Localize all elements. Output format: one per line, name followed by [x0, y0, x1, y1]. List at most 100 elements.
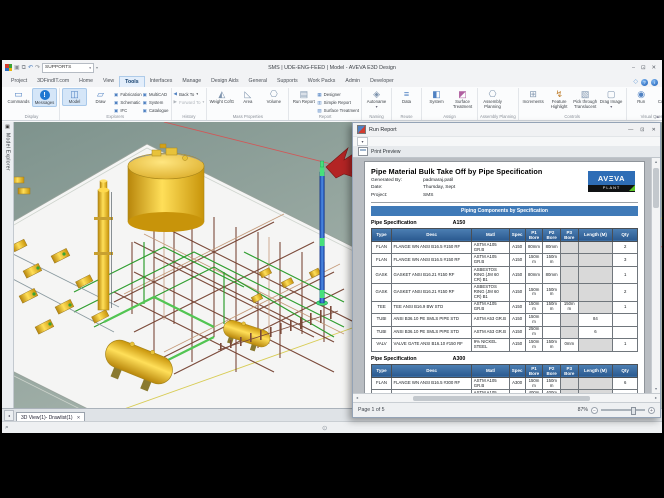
cell: TEE: [372, 301, 392, 313]
ribbon-button-messages[interactable]: !Messages: [32, 88, 57, 107]
cell: [578, 241, 613, 253]
ribbon-button-model[interactable]: ◫Model: [62, 88, 87, 106]
meta-value: Thursday, Sept: [423, 185, 455, 190]
tab-scroll-left-icon[interactable]: ◂: [4, 410, 14, 421]
explorer-check-schematic[interactable]: ▣Schematic: [114, 98, 142, 106]
ribbon-tab-admin[interactable]: Admin: [340, 76, 365, 87]
scroll-left-icon[interactable]: ◄: [353, 394, 361, 402]
zoom-slider-thumb[interactable]: [631, 407, 636, 416]
dialog-title-bar[interactable]: Run Report — ⊡ ✕: [353, 123, 660, 136]
ribbon-button-designer[interactable]: ▦Designer: [317, 90, 359, 98]
ribbon-button-configure[interactable]: ◎Configure: [655, 88, 662, 106]
minimize-button[interactable]: –: [632, 65, 635, 71]
button-label: Model: [69, 100, 81, 105]
restore-button[interactable]: ⊡: [641, 65, 646, 71]
redo-icon[interactable]: ↷: [35, 64, 40, 72]
print-preview-tab[interactable]: Print Preview: [353, 146, 660, 158]
app-icon[interactable]: [5, 64, 12, 71]
ribbon-button-volume[interactable]: ⎔Volume: [261, 88, 286, 106]
cell: 150mm: [543, 301, 561, 313]
close-button[interactable]: ✕: [651, 65, 656, 71]
button-label: Surface Treatment: [450, 100, 475, 109]
ribbon-tab-project[interactable]: Project: [6, 76, 32, 87]
qat-customize-icon[interactable]: ▾: [96, 64, 98, 72]
ribbon-button-system[interactable]: ◧System: [424, 88, 449, 106]
copy-icon[interactable]: ⧉: [22, 64, 26, 72]
explorer-check-fabrication[interactable]: ▣Fabrication: [114, 90, 142, 98]
explorer-check-ifc[interactable]: ▣IFC: [114, 106, 142, 114]
undo-icon[interactable]: ↶: [28, 64, 33, 72]
ribbon-tab-work-packs[interactable]: Work Packs: [303, 76, 341, 87]
ribbon-button-feature-highlight[interactable]: ↯Feature Highlight: [547, 88, 572, 110]
meta-row: Project:SMS: [371, 193, 638, 198]
ribbon-tab-3dfindit-com[interactable]: 3DFindIT.com: [32, 76, 74, 87]
ribbon-button-surface-treatment[interactable]: ◩Surface Treatment: [450, 88, 475, 110]
model-explorer-strip[interactable]: ▣ Model Explorer: [2, 122, 14, 408]
ribbon-button-surface-treatment[interactable]: ▨Surface Treatment: [317, 106, 359, 114]
zoom-slider[interactable]: [601, 409, 645, 411]
ribbon-button-drag-image[interactable]: ▢Drag Image▾: [599, 88, 624, 109]
help-icon[interactable]: ?: [641, 79, 648, 86]
ribbon-button-run[interactable]: ◉Run: [629, 88, 654, 106]
cell: 150mm: [543, 254, 561, 266]
search-icon[interactable]: ◇: [633, 79, 638, 86]
dialog-close-button[interactable]: ✕: [652, 127, 656, 133]
scroll-up-icon[interactable]: ▲: [652, 158, 660, 166]
info-icon[interactable]: i: [651, 79, 658, 86]
ribbon-button-draw[interactable]: ▱Draw: [88, 88, 113, 106]
storage-tank[interactable]: [128, 144, 204, 232]
toolbar-dropdown-button[interactable]: ▾: [357, 137, 368, 146]
ribbon-button-area[interactable]: ◺Area: [235, 88, 260, 106]
ribbon-button-autoname[interactable]: ◈Autoname▾: [364, 88, 389, 109]
ribbon-tab-general[interactable]: General: [244, 76, 272, 87]
ribbon-tab-home[interactable]: Home: [74, 76, 98, 87]
cell: A150: [509, 284, 525, 301]
ribbon-tab-manage[interactable]: Manage: [177, 76, 206, 87]
dialog-restore-button[interactable]: ⊡: [640, 127, 644, 133]
ribbon-button-data[interactable]: ≡Data: [394, 88, 419, 106]
explorer-check-multicad[interactable]: ▣MultiCAD: [143, 90, 169, 98]
cell: [578, 266, 613, 283]
cell: 150mm: [525, 254, 543, 266]
cell: GASKET ANSI B16.21 #150 RF: [392, 266, 472, 283]
ribbon-button-pick-through-translucent[interactable]: ▧Pick through Translucent: [573, 88, 598, 110]
check-label: Fabrication: [120, 92, 141, 97]
ribbon-tab-view[interactable]: View: [98, 76, 119, 87]
horizontal-scrollbar[interactable]: ◄ ►: [353, 393, 660, 402]
ribbon-button-assembly-planning[interactable]: ⎔Assembly Planning: [480, 88, 505, 110]
zoom-in-button[interactable]: +: [648, 407, 655, 414]
explorer-check-catalogue[interactable]: ▣Catalogue: [143, 106, 169, 114]
ribbon-button-forward-to[interactable]: ▶Forward To▾: [174, 98, 205, 106]
ribbon-button-weight-cofg[interactable]: ◭Weight CofG: [209, 88, 234, 106]
view-tab-close-icon[interactable]: ✕: [77, 415, 81, 421]
ifc-icon: ▣: [114, 108, 118, 113]
ribbon-tab-supports[interactable]: Supports: [272, 76, 303, 87]
ribbon-button-commands[interactable]: ▭Commands: [6, 88, 31, 106]
cell: TEE ANSI B16.9 BW STD: [392, 301, 472, 313]
ribbon-tab-design-aids[interactable]: Design Aids: [206, 76, 243, 87]
collapse-ribbon-icon[interactable]: ▲: [656, 114, 660, 119]
ribbon-button-simple-report[interactable]: ▥Simple Report: [317, 98, 359, 106]
app-window: ▣ ⧉ ↶ ↷ SUPPORTS ▾ ▾ SMS | UDE-ENG-FEED …: [2, 60, 662, 433]
explorer-check-system[interactable]: ▣System: [143, 98, 169, 106]
feedback-icon[interactable]: ⊙: [322, 424, 327, 432]
selection-combo[interactable]: SUPPORTS ▾: [42, 63, 94, 73]
zoom-out-button[interactable]: −: [591, 407, 598, 414]
ribbon-tab-tools[interactable]: Tools: [119, 76, 144, 87]
ribbon-button-run-report[interactable]: ▤Run Report: [291, 88, 316, 106]
aveva-logo-text: AVΞVA: [588, 171, 635, 185]
vertical-scrollbar[interactable]: ▲ ▼: [651, 158, 660, 393]
save-icon[interactable]: ▣: [14, 64, 20, 72]
command-search-icon[interactable]: ⌕: [5, 424, 9, 432]
ribbon-button-increments[interactable]: ⊞Increments: [521, 88, 546, 106]
dialog-minimize-button[interactable]: —: [628, 127, 633, 133]
scroll-down-icon[interactable]: ▼: [652, 385, 660, 393]
report-preview-area[interactable]: Pipe Material Bulk Take Off by Pipe Spec…: [353, 158, 660, 393]
horizontal-scroll-thumb[interactable]: [413, 396, 590, 401]
ribbon-tab-interfaces[interactable]: Interfaces: [145, 76, 178, 87]
cell: TUBI: [372, 314, 392, 326]
ribbon-button-back-to[interactable]: ◀Back To▾: [174, 90, 205, 98]
ribbon-tab-developer[interactable]: Developer: [365, 76, 399, 87]
vertical-scroll-thumb[interactable]: [653, 168, 659, 208]
scroll-right-icon[interactable]: ►: [652, 394, 660, 402]
